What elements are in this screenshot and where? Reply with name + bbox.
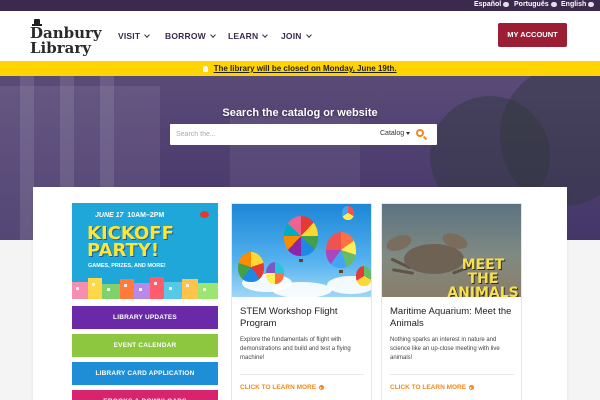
speech-bubble-icon bbox=[588, 2, 595, 7]
lang-espanol-label: Español bbox=[474, 1, 502, 8]
lang-english[interactable]: English bbox=[561, 1, 595, 8]
logo-text-line2: Library bbox=[30, 39, 91, 57]
chevron-down-icon bbox=[305, 31, 312, 38]
arrow-right-icon bbox=[469, 385, 475, 390]
chevron-down-icon bbox=[144, 31, 151, 38]
nav-visit-label: VISIT bbox=[118, 31, 141, 41]
chevron-down-icon bbox=[262, 31, 269, 38]
search-input[interactable] bbox=[176, 128, 366, 141]
kickoff-party-promo[interactable]: JUNE 17 10AM–2PM KICKOFF PARTY! GAMES, P… bbox=[72, 203, 218, 299]
search-button[interactable] bbox=[414, 127, 429, 142]
card-divider bbox=[390, 374, 514, 375]
crab-image: MEET THE ANIMALS bbox=[382, 204, 521, 297]
promo-subline: GAMES, PRIZES, AND MORE! bbox=[88, 263, 166, 269]
card-description: Explore the fundamentals of flight with … bbox=[240, 337, 351, 361]
ebooks-downloads-button[interactable]: EBOOKS & DOWNLOADS bbox=[72, 390, 218, 400]
card-description: Nothing sparks an interest in nature and… bbox=[390, 337, 500, 361]
learn-more-label: CLICK TO LEARN MORE bbox=[240, 384, 317, 391]
stem-workshop-card[interactable]: STEM Workshop Flight Program Explore the… bbox=[231, 203, 372, 400]
closure-alert-link[interactable]: The library will be closed on Monday, Ju… bbox=[214, 64, 397, 73]
hot-air-balloons-image bbox=[232, 204, 371, 297]
promo-date: JUNE 17 10AM–2PM bbox=[95, 212, 165, 219]
closure-alert: The library will be closed on Monday, Ju… bbox=[0, 61, 600, 76]
card-divider bbox=[240, 374, 364, 375]
nav-join[interactable]: JOIN bbox=[281, 31, 312, 41]
card-title[interactable]: Maritime Aquarium: Meet the Animals bbox=[390, 306, 516, 330]
maritime-aquarium-card[interactable]: MEET THE ANIMALS Maritime Aquarium: Meet… bbox=[381, 203, 522, 400]
nav-borrow-label: BORROW bbox=[165, 31, 206, 41]
nav-join-label: JOIN bbox=[281, 31, 302, 41]
language-bar: Español Português English bbox=[0, 0, 600, 11]
bird-icon bbox=[200, 211, 209, 218]
nav-visit[interactable]: VISIT bbox=[118, 31, 151, 41]
lightbulb-icon bbox=[203, 66, 209, 72]
meet-the-animals-image-text: MEET THE ANIMALS bbox=[447, 257, 519, 297]
event-calendar-button[interactable]: EVENT CALENDAR bbox=[72, 334, 218, 357]
speech-bubble-icon bbox=[503, 2, 510, 7]
lang-espanol[interactable]: Español bbox=[474, 1, 510, 8]
library-logo[interactable]: Danbury Library bbox=[30, 19, 102, 57]
speech-bubble-icon bbox=[550, 2, 557, 7]
learn-more-link[interactable]: CLICK TO LEARN MORE bbox=[240, 384, 325, 391]
promo-headline: KICKOFF PARTY! bbox=[87, 223, 174, 261]
learn-more-link[interactable]: CLICK TO LEARN MORE bbox=[390, 384, 475, 391]
arrow-right-icon bbox=[319, 385, 325, 390]
lang-portugues[interactable]: Português bbox=[514, 1, 557, 8]
search-scope-label: Catalog bbox=[380, 130, 405, 137]
card-title[interactable]: STEM Workshop Flight Program bbox=[240, 306, 366, 330]
nav-learn[interactable]: LEARN bbox=[228, 31, 269, 41]
my-account-button[interactable]: MY ACCOUNT bbox=[498, 23, 567, 47]
learn-more-label: CLICK TO LEARN MORE bbox=[390, 384, 467, 391]
town-houses-illustration bbox=[72, 277, 218, 299]
chevron-down-icon bbox=[210, 31, 216, 38]
nav-learn-label: LEARN bbox=[228, 31, 259, 41]
library-updates-button[interactable]: LIBRARY UPDATES bbox=[72, 306, 218, 329]
caret-down-icon bbox=[406, 132, 411, 135]
search-scope-select[interactable]: Catalog bbox=[380, 130, 411, 137]
search-bar: Catalog bbox=[170, 124, 437, 145]
library-card-application-button[interactable]: LIBRARY CARD APPLICATION bbox=[72, 362, 218, 385]
search-title: Search the catalog or website bbox=[222, 107, 378, 119]
lang-english-label: English bbox=[561, 1, 587, 8]
lang-portugues-label: Português bbox=[514, 1, 549, 8]
site-header: Danbury Library VISIT BORROW LEARN JOIN … bbox=[0, 11, 600, 61]
nav-borrow[interactable]: BORROW bbox=[165, 31, 216, 41]
